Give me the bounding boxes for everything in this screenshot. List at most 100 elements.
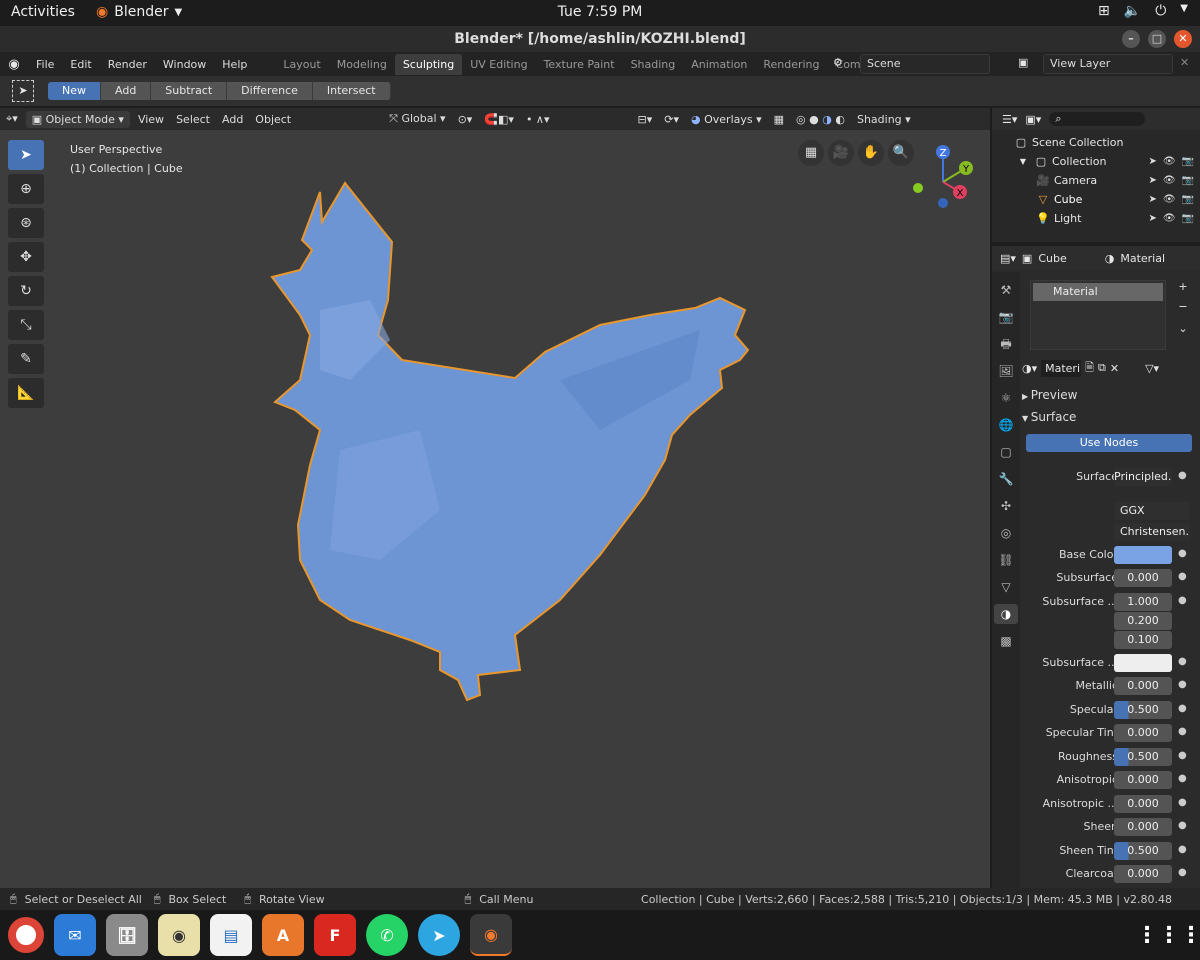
outliner-item-light[interactable]: 💡 Light ➤ 👁 📷: [992, 209, 1200, 228]
maximize-button[interactable]: □: [1148, 30, 1166, 48]
tool-tab-icon[interactable]: ⚒: [1001, 280, 1012, 300]
object-mode-dropdown[interactable]: ▣ Object Mode ▾: [25, 110, 130, 128]
tab-layout[interactable]: Layout: [275, 54, 328, 75]
menu-file[interactable]: File: [28, 58, 62, 71]
display-mode-icon[interactable]: ▣▾: [1025, 113, 1041, 126]
select-icon[interactable]: ➤: [1148, 175, 1156, 186]
surface-panel[interactable]: ▼ Surface: [1022, 410, 1076, 424]
slot-specials-button[interactable]: ⌄: [1174, 322, 1192, 335]
software-center-icon[interactable]: A: [262, 914, 304, 956]
minimize-button[interactable]: –: [1122, 30, 1140, 48]
chicken-mesh-body[interactable]: [270, 181, 750, 702]
close-icon[interactable]: ✕: [1110, 362, 1119, 375]
eye-icon[interactable]: 👁: [1163, 194, 1176, 205]
view-layer-tab-icon[interactable]: 🖼: [998, 361, 1013, 381]
select-icon[interactable]: ➤: [1148, 194, 1156, 205]
bsdf-slider[interactable]: 0.000: [1114, 794, 1172, 813]
subsurface-method-dropdown[interactable]: Christensen...: [1114, 523, 1190, 541]
render-icon[interactable]: 📷: [1182, 213, 1194, 224]
bsdf-slider[interactable]: 0.500: [1114, 747, 1172, 766]
foxit-icon[interactable]: F: [314, 914, 356, 956]
pivot-icon[interactable]: ⊙▾: [452, 111, 479, 128]
blender-logo-icon[interactable]: ◉: [0, 57, 28, 72]
snap-icon[interactable]: 🧲◧▾: [478, 111, 520, 128]
thunderbird-icon[interactable]: ✉: [54, 914, 96, 956]
select-icon[interactable]: ➤: [1148, 156, 1156, 167]
menu-render[interactable]: Render: [100, 58, 155, 71]
surface-shader-field[interactable]: Principled...: [1114, 468, 1172, 486]
overlays-dropdown[interactable]: ◕ Overlays ▾: [685, 111, 768, 128]
proportional-edit-icon[interactable]: • ∧▾: [520, 111, 556, 128]
subsurface-radius-y[interactable]: 0.200: [1114, 612, 1172, 630]
bsdf-slider[interactable]: 0.000: [1114, 677, 1172, 695]
remove-slot-button[interactable]: −: [1174, 300, 1192, 313]
constraints-tab-icon[interactable]: ⛓: [998, 550, 1013, 570]
bsdf-slider[interactable]: 0.000: [1114, 724, 1172, 742]
menu-help[interactable]: Help: [214, 58, 255, 71]
bsdf-slider[interactable]: 0.500: [1114, 700, 1172, 719]
mode-subtract-button[interactable]: Subtract: [151, 82, 228, 100]
add-menu[interactable]: Add: [216, 111, 249, 128]
select-menu[interactable]: Select: [170, 111, 216, 128]
close-button[interactable]: ✕: [1174, 30, 1192, 48]
outliner-scene-collection[interactable]: ▢ Scene Collection: [992, 133, 1200, 152]
render-icon[interactable]: 📷: [1182, 194, 1194, 205]
activities-button[interactable]: Activities: [11, 4, 75, 20]
base-color-swatch[interactable]: [1114, 546, 1172, 564]
preview-panel[interactable]: ▶ Preview: [1022, 388, 1077, 402]
duplicate-icon[interactable]: ⧉: [1098, 361, 1106, 375]
tab-sculpting[interactable]: Sculpting: [394, 53, 463, 75]
mode-add-button[interactable]: Add: [101, 82, 152, 100]
tab-rendering[interactable]: Rendering: [755, 54, 827, 75]
render-icon[interactable]: 📷: [1182, 175, 1194, 186]
outliner-collection[interactable]: ▼ ▢ Collection ➤ 👁 📷: [992, 152, 1200, 171]
close-icon[interactable]: ✕: [1180, 56, 1189, 69]
object-menu[interactable]: Object: [249, 111, 297, 128]
libreoffice-writer-icon[interactable]: ▤: [210, 914, 252, 956]
link-icon[interactable]: ▽▾: [1145, 362, 1159, 375]
shading-dropdown[interactable]: Shading ▾: [851, 111, 917, 128]
output-tab-icon[interactable]: 🖶: [1000, 334, 1011, 354]
bsdf-slider[interactable]: 0.000: [1114, 818, 1172, 836]
mode-new-button[interactable]: New: [48, 82, 101, 100]
files-icon[interactable]: 🗄: [106, 914, 148, 956]
subsurface-radius-x[interactable]: 1.000: [1114, 593, 1172, 611]
subsurface-radius-z[interactable]: 0.100: [1114, 631, 1172, 649]
select-tool-icon[interactable]: ➤: [12, 80, 34, 102]
fake-user-icon[interactable]: 🗎: [1085, 359, 1094, 378]
chrome-icon[interactable]: [8, 917, 44, 953]
render-tab-icon[interactable]: 📷: [999, 307, 1014, 327]
whatsapp-icon[interactable]: ✆: [366, 914, 408, 956]
material-browse-icon[interactable]: ◑▾: [1022, 362, 1037, 375]
object-tab-icon[interactable]: ▢: [1000, 442, 1011, 462]
shading-modes[interactable]: ◎ ● ◑ ◐: [790, 111, 851, 128]
menu-window[interactable]: Window: [155, 58, 214, 71]
rhythmbox-icon[interactable]: ◉: [158, 914, 200, 956]
modifier-tab-icon[interactable]: 🔧: [999, 469, 1014, 489]
chicken-mesh[interactable]: [0, 130, 990, 888]
show-applications-icon[interactable]: ⋮⋮⋮: [1136, 914, 1200, 956]
tab-animation[interactable]: Animation: [683, 54, 755, 75]
bsdf-slider[interactable]: 0.000: [1114, 771, 1172, 789]
tab-uv-editing[interactable]: UV Editing: [462, 54, 535, 75]
subsurface-color-swatch[interactable]: [1114, 654, 1172, 672]
eye-icon[interactable]: 👁: [1163, 175, 1176, 186]
3d-viewport[interactable]: User Perspective (1) Collection | Cube ➤…: [0, 130, 990, 888]
tab-modeling[interactable]: Modeling: [329, 54, 395, 75]
material-tab-icon[interactable]: ◑: [994, 604, 1018, 624]
eye-icon[interactable]: 👁: [1163, 156, 1176, 167]
view-menu[interactable]: View: [132, 111, 170, 128]
gizmo-toggle-icon[interactable]: ⟳▾: [658, 111, 685, 128]
outliner-item-cube[interactable]: ▽ Cube ➤ 👁 📷: [992, 190, 1200, 209]
render-icon[interactable]: 📷: [1182, 156, 1194, 167]
xray-icon[interactable]: ▦: [768, 111, 790, 128]
distribution-dropdown[interactable]: GGX: [1114, 502, 1190, 520]
scene-selector[interactable]: Scene: [860, 54, 990, 74]
editor-type-icon[interactable]: ⌖▾: [0, 110, 24, 128]
view-object-types-icon[interactable]: ⊟▾: [632, 111, 659, 128]
outliner-editor-icon[interactable]: ☰▾: [1002, 113, 1017, 126]
search-icon[interactable]: ⌕: [1049, 112, 1146, 126]
use-nodes-button[interactable]: Use Nodes: [1026, 434, 1192, 452]
data-tab-icon[interactable]: ▽: [1001, 577, 1010, 597]
scene-tab-icon[interactable]: ⚛: [1001, 388, 1012, 408]
